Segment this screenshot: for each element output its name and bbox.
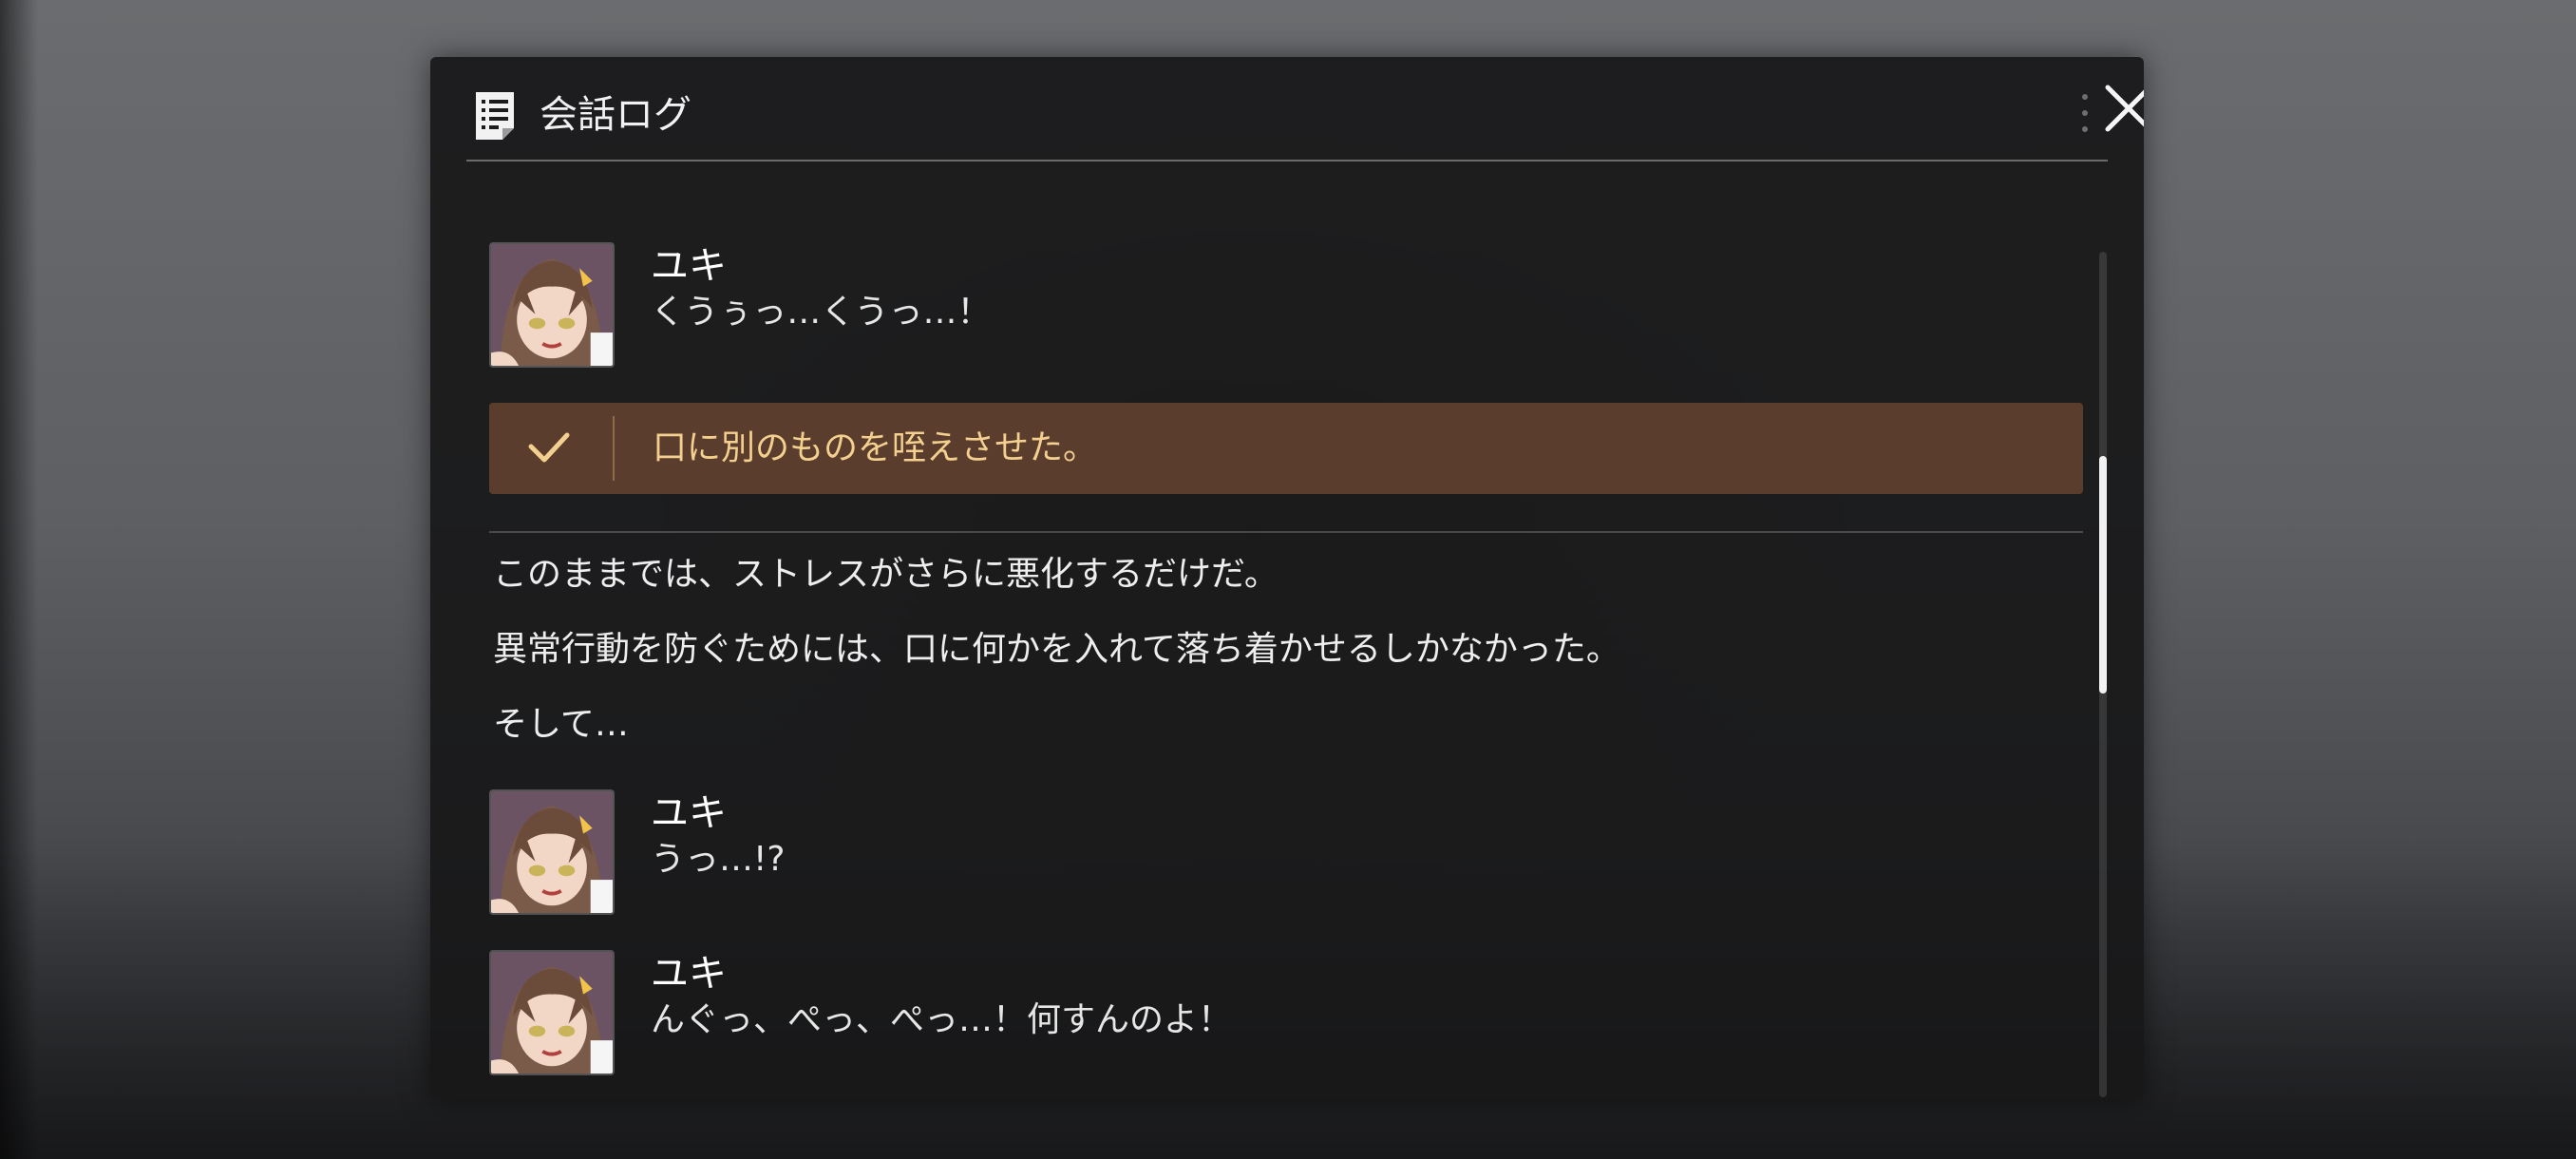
scrollbar-thumb[interactable] bbox=[2099, 456, 2107, 694]
dialogue-text: んぐっ、ぺっ、ぺっ…！何すんのよ！ bbox=[651, 1000, 1233, 1039]
character-portrait bbox=[491, 244, 613, 366]
avatar bbox=[489, 789, 615, 915]
dialogue-text: うっ…!? bbox=[651, 840, 786, 879]
narration-text: このままでは、ストレスがさらに悪化するだけだ。 bbox=[493, 555, 1279, 594]
checkmark-icon bbox=[528, 432, 570, 463]
log-entry-dialogue: ユキ んぐっ、ぺっ、ぺっ…！何すんのよ！ bbox=[489, 950, 2075, 1079]
log-entry-dialogue: ユキ うっ…!? bbox=[489, 789, 2075, 919]
conversation-log-dialog: 会話ログ ユキ くうぅっ…くうっ…！ 口に別のものを咥えさせた。 このままでは、… bbox=[430, 57, 2144, 1099]
speaker-name: ユキ bbox=[651, 952, 727, 996]
close-icon bbox=[2105, 85, 2144, 132]
speaker-name: ユキ bbox=[651, 244, 727, 288]
section-divider bbox=[489, 531, 2083, 533]
log-entry-dialogue: ユキ くうぅっ…くうっ…！ bbox=[489, 242, 2075, 371]
dialog-title: 会話ログ bbox=[540, 93, 691, 137]
close-button[interactable] bbox=[2098, 78, 2144, 139]
speaker-name: ユキ bbox=[651, 791, 727, 835]
log-document-icon bbox=[476, 92, 514, 140]
narration-text: そして… bbox=[493, 705, 629, 744]
avatar bbox=[489, 242, 615, 368]
character-portrait bbox=[491, 791, 613, 913]
dialogue-text: くうぅっ…くうっ…！ bbox=[651, 293, 992, 332]
vertical-dots-icon bbox=[2082, 94, 2088, 132]
character-portrait bbox=[491, 952, 613, 1074]
choice-text: 口に別のものを咥えさせた。 bbox=[653, 428, 1098, 467]
narration-text: 異常行動を防ぐためには、口に何かを入れて落ち着かせるしかなかった。 bbox=[493, 630, 1620, 669]
choice-separator bbox=[613, 416, 615, 481]
avatar bbox=[489, 950, 615, 1075]
log-scroll-area[interactable]: ユキ くうぅっ…くうっ…！ 口に別のものを咥えさせた。 このままでは、ストレスが… bbox=[430, 162, 2107, 1099]
dialog-header: 会話ログ bbox=[466, 57, 2144, 162]
selected-choice: 口に別のものを咥えさせた。 bbox=[489, 403, 2083, 494]
